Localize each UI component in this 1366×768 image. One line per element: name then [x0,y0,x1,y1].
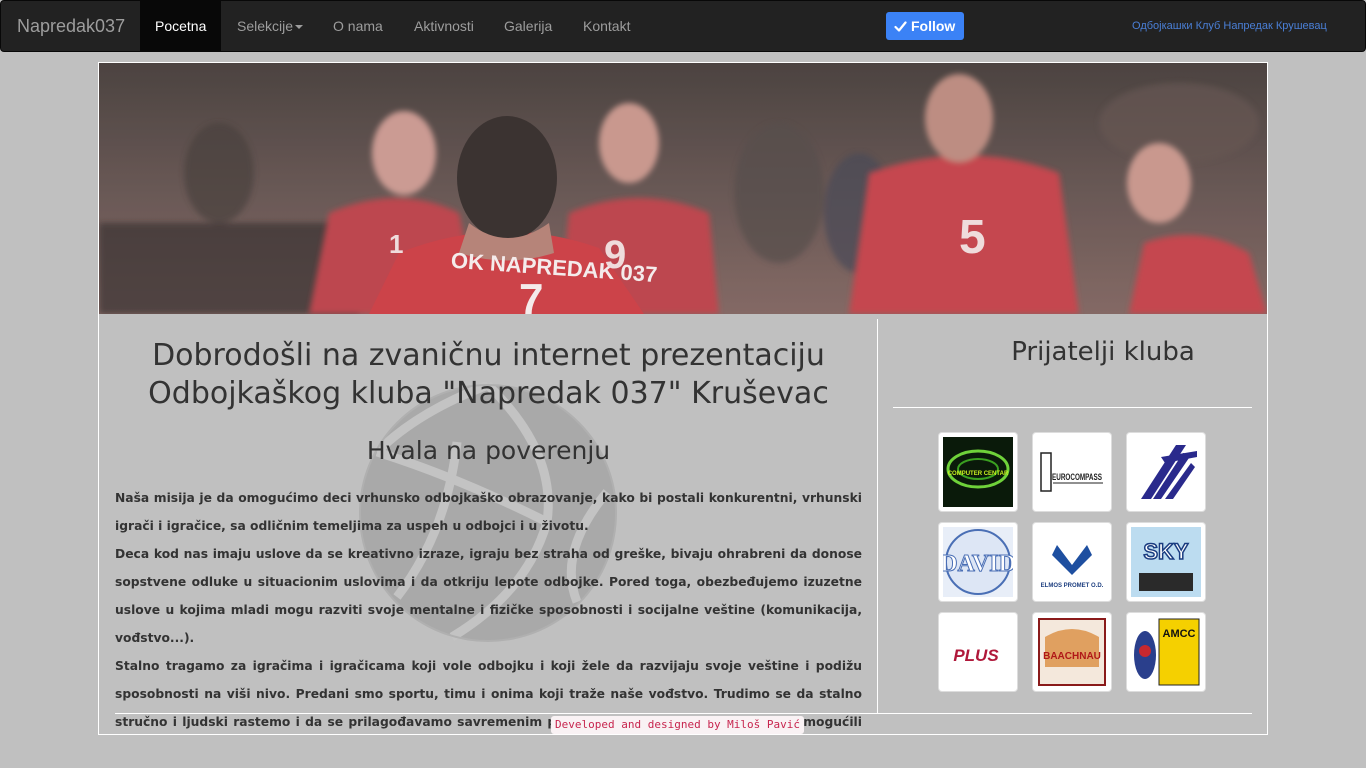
nav-item-selekcije[interactable]: Selekcije [222,1,318,51]
sponsor-logo-computer-centar[interactable]: COMPUTER CENTAR [938,432,1018,512]
developer-credit: Developed and designed by Miloš Pavić [551,716,805,734]
nav-item-kontakt[interactable]: Kontakt [568,1,645,51]
caret-down-icon [295,25,304,30]
nav-item-selekcije-label: Selekcije [237,18,294,34]
top-navbar: Napredak037 Pocetna Selekcije O nama Akt… [0,0,1366,52]
sponsor-logo-eurocompass[interactable]: EUROCOMPASS [1032,432,1112,512]
sponsor-logo-plus-text: PLUS [953,646,999,665]
nav-item-pocetna[interactable]: Pocetna [140,1,222,51]
sponsor-logo-eurocompass-text: EUROCOMPASS [1052,472,1102,482]
follow-button-label: Follow [911,18,956,34]
mission-paragraph-1: Naša misija je da omogućimo deci vrhunsk… [115,491,862,533]
friends-section: Prijatelji kluba COMPUTER CENTAR EUROCOM… [879,319,1267,714]
sponsor-logo-amcc[interactable]: AMCC [1126,612,1206,692]
sponsor-logo-amcc-text: AMCC [1163,628,1196,640]
sponsor-logo-computer-centar-text: COMPUTER CENTAR [948,471,1009,477]
hero-illustration: OK NAPREDAK 037 7 9 5 1 [99,63,1267,314]
follow-button[interactable]: Follow [886,12,964,40]
sponsor-logo-sky-gym[interactable]: SKY [1126,522,1206,602]
friends-divider [893,407,1252,408]
mission-text: Naša misija je da omogućimo deci vrhunsk… [115,484,862,734]
sponsor-logo-david-text: DAVID [943,551,1013,577]
friends-title: Prijatelji kluba [1011,337,1195,367]
sponsor-logo-elmos-text: ELMOS PROMET O.D. [1041,583,1104,589]
footer-divider [115,713,1252,714]
sponsor-logo-elmos-promet[interactable]: ELMOS PROMET O.D. [1032,522,1112,602]
page-subtitle: Hvala na poverenju [366,436,611,465]
sponsor-logo-sky-text: SKY [1143,539,1189,564]
sponsor-logo-baachnau[interactable]: BAACHNAU [1032,612,1112,692]
club-name-link[interactable]: Одбојкашки Клуб Напредак Крушевац [1132,20,1327,32]
nav-item-galerija[interactable]: Galerija [489,1,567,51]
nav-item-aktivnosti[interactable]: Aktivnosti [399,1,489,51]
mission-paragraph-2: Deca kod nas imaju uslove da se kreativn… [115,547,862,645]
page-title: Dobrodošli na zvaničnu internet prezenta… [148,338,829,411]
sponsor-logo-baachnau-text: BAACHNAU [1043,651,1101,662]
sponsor-logo-plus[interactable]: PLUS [938,612,1018,692]
hero-banner-photo: OK NAPREDAK 037 7 9 5 1 [99,63,1267,314]
brand-link[interactable]: Napredak037 [17,16,125,36]
main-container: OK NAPREDAK 037 7 9 5 1 Dobrodošli na zv… [98,62,1268,735]
welcome-section: Dobrodošli na zvaničnu internet prezenta… [99,319,878,729]
nav-item-o-nama[interactable]: O nama [318,1,398,51]
sponsor-logo-david[interactable]: DAVID [938,522,1018,602]
sponsor-logo-blue-stripes[interactable] [1126,432,1206,512]
checkmark-icon [894,21,907,32]
